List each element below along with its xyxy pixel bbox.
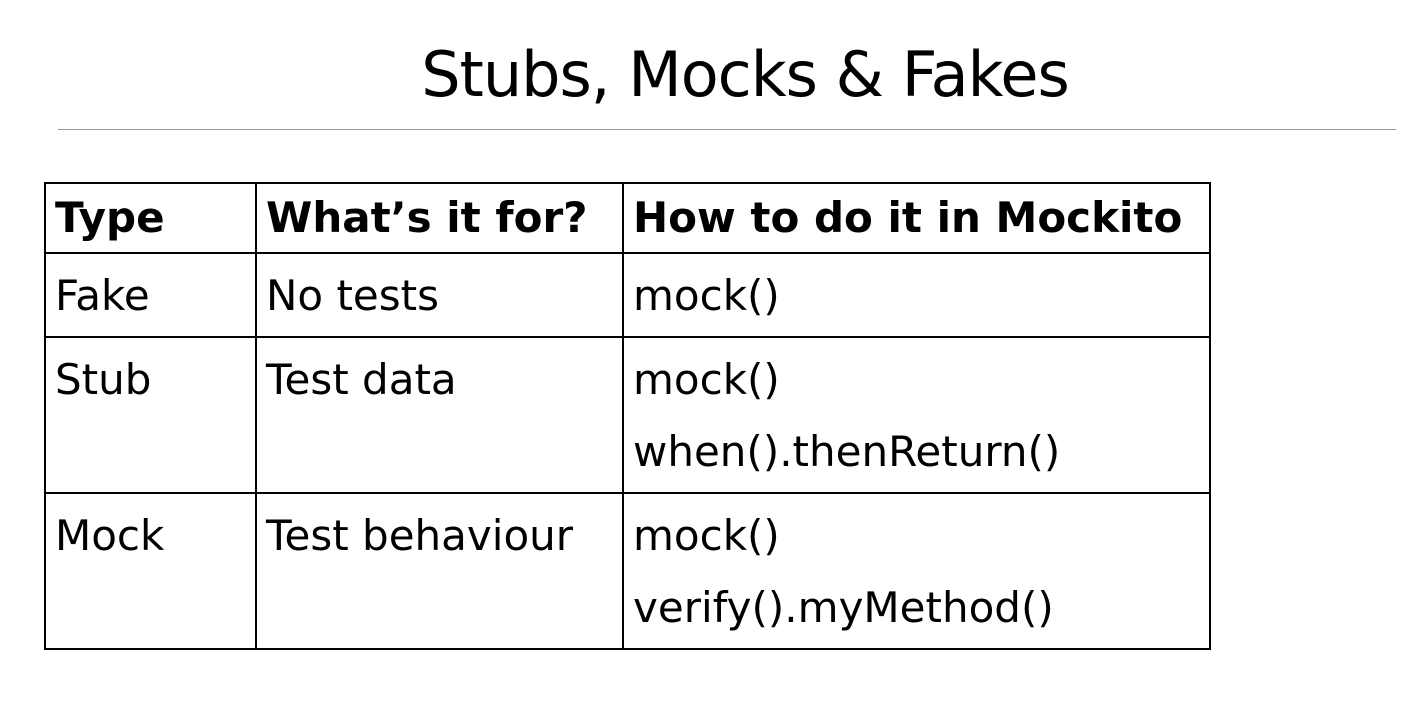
code-line: when().thenReturn() [633, 427, 1061, 476]
cell-purpose: Test data [255, 336, 624, 494]
header-purpose: What’s it for? [255, 182, 624, 254]
cell-how: mock() when().thenReturn() [622, 336, 1211, 494]
comparison-table: Type What’s it for? How to do it in Mock… [44, 182, 1211, 650]
cell-how: mock() [622, 252, 1211, 338]
header-row: Type What’s it for? How to do it in Mock… [44, 182, 1211, 254]
cell-type: Fake [44, 252, 257, 338]
code-line: mock() [633, 355, 780, 404]
code-line: mock() [633, 511, 780, 560]
cell-type: Stub [44, 336, 257, 494]
cell-type: Mock [44, 492, 257, 650]
table-row: Fake No tests mock() [44, 252, 1211, 338]
cell-purpose: Test behaviour [255, 492, 624, 650]
title-divider [58, 129, 1396, 130]
code-line: mock() [633, 271, 780, 320]
cell-how: mock() verify().myMethod() [622, 492, 1211, 650]
slide-title: Stubs, Mocks & Fakes [421, 38, 1070, 111]
header-type: Type [44, 182, 257, 254]
cell-purpose: No tests [255, 252, 624, 338]
table-row: Mock Test behaviour mock() verify().myMet… [44, 492, 1211, 650]
table-row: Stub Test data mock() when().thenReturn() [44, 336, 1211, 494]
code-line: verify().myMethod() [633, 583, 1054, 632]
header-how: How to do it in Mockito [622, 182, 1211, 254]
